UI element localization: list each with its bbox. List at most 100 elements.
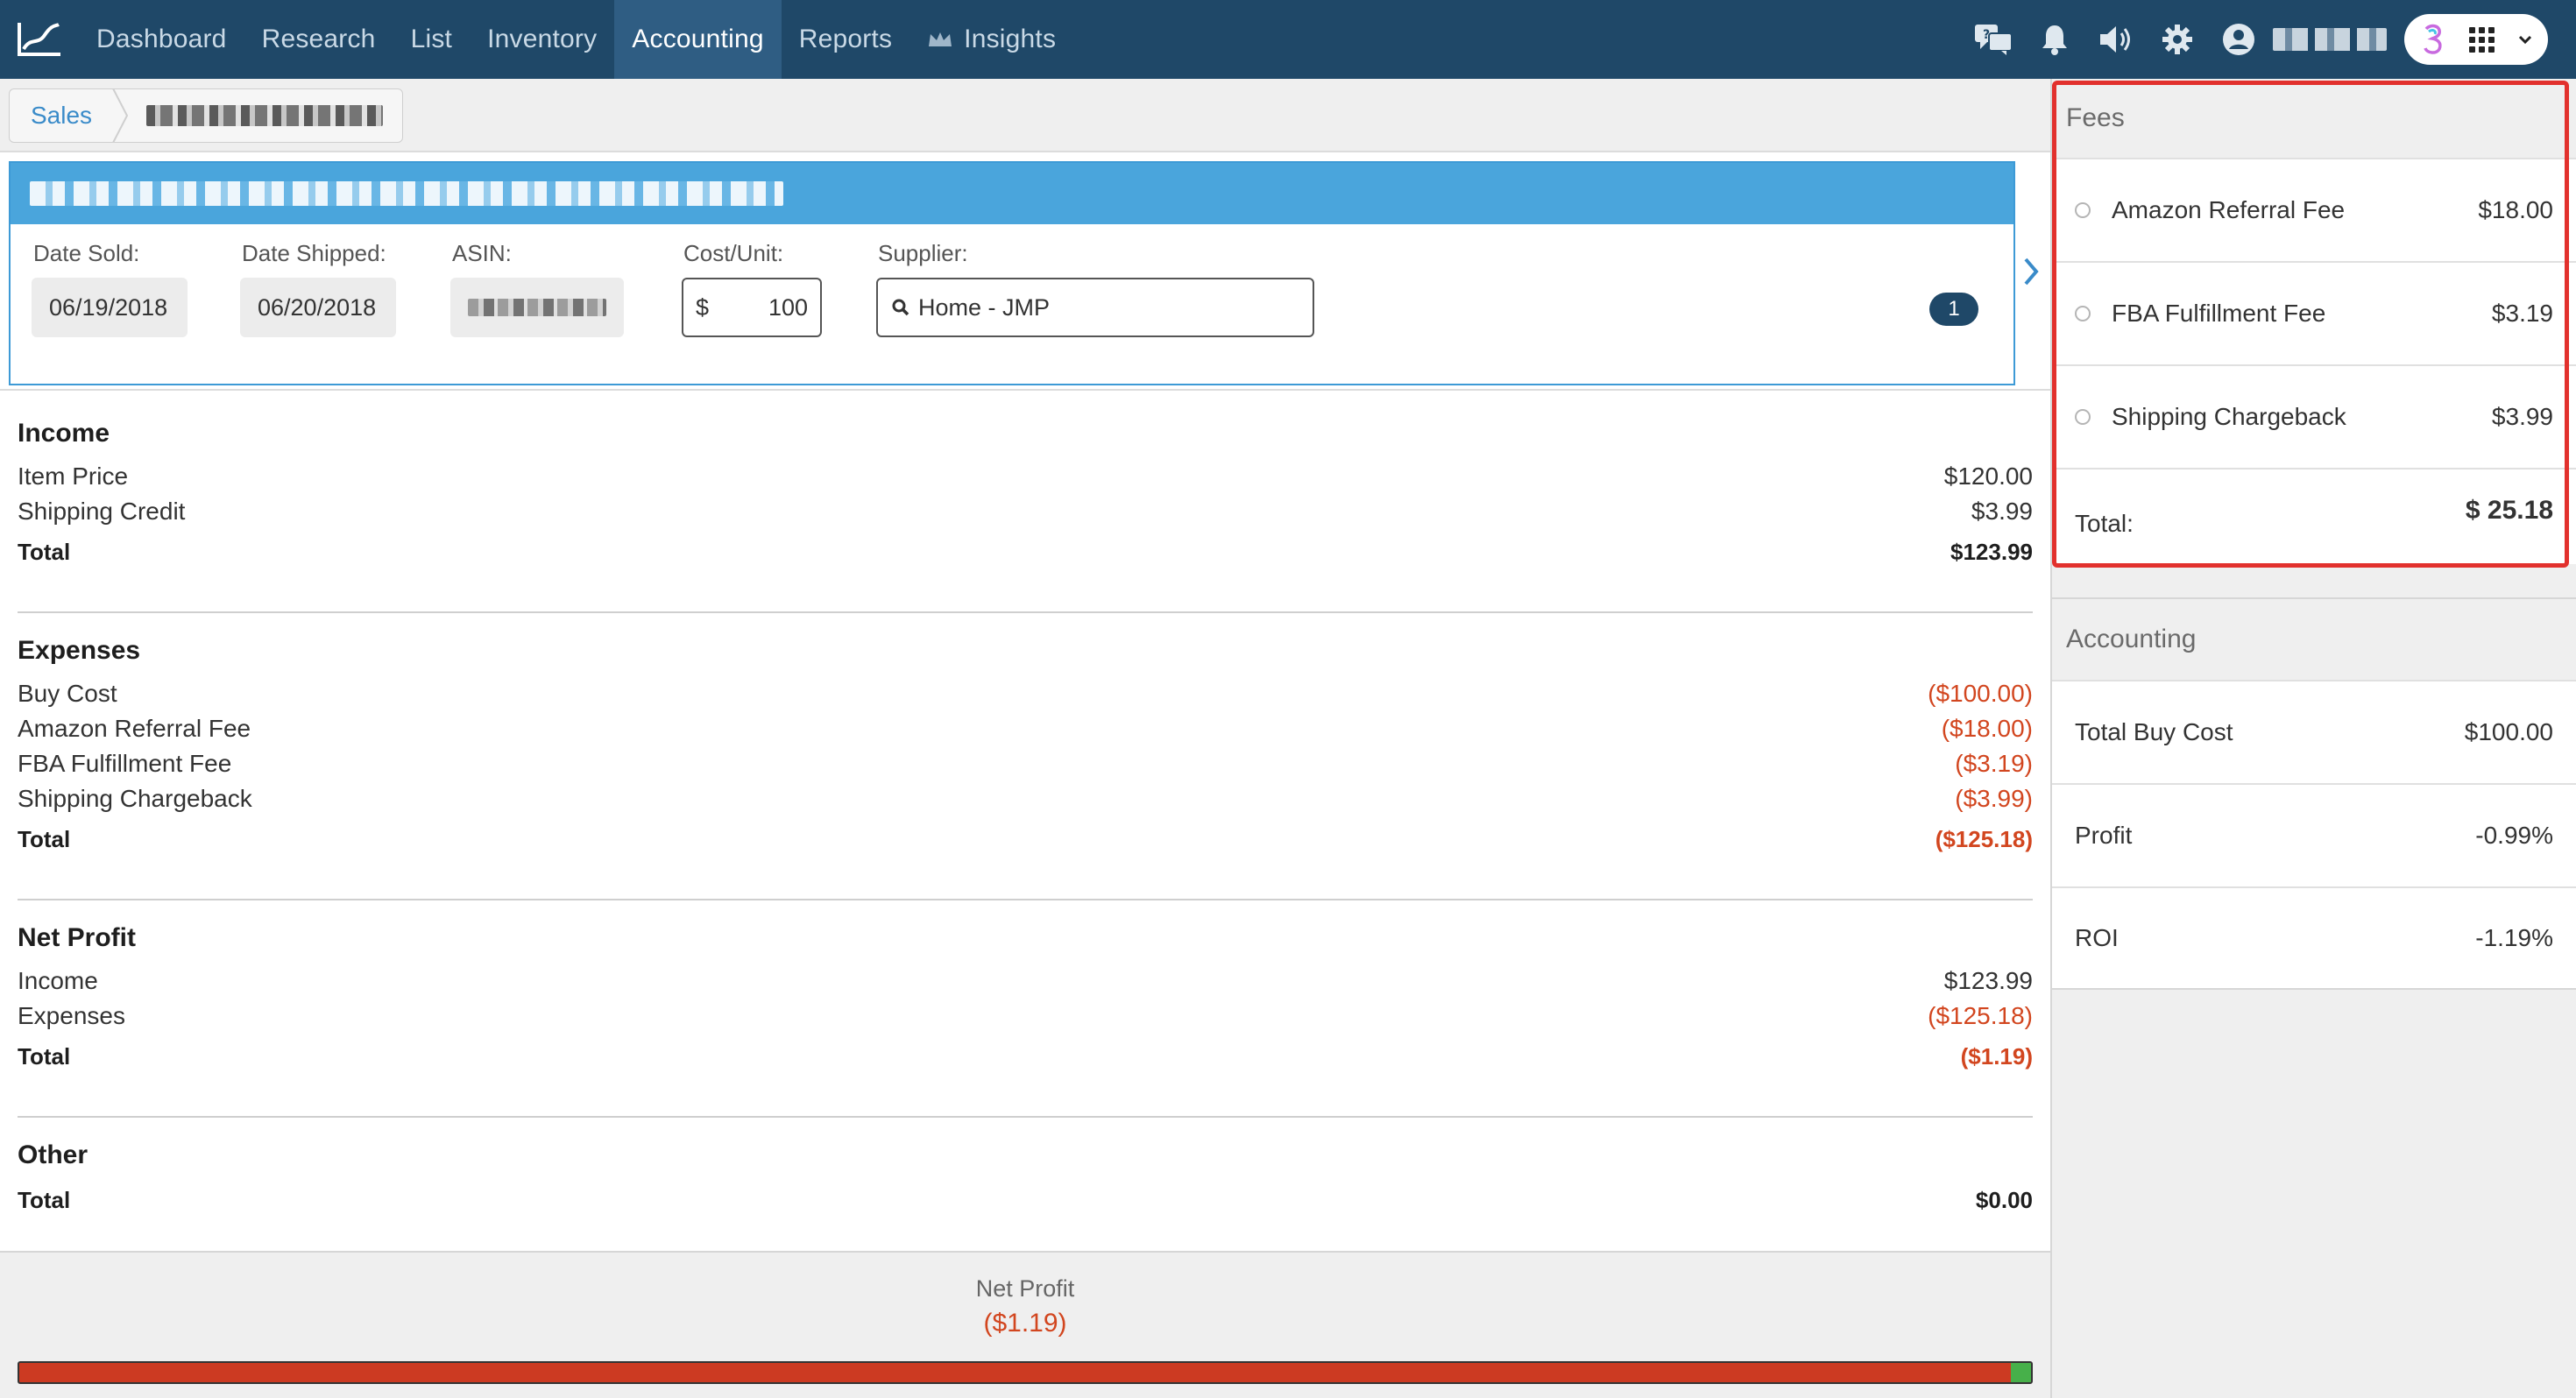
divider: [18, 899, 2033, 900]
expense-row: Amazon Referral Fee ($18.00): [18, 711, 2033, 746]
divider: [0, 389, 2050, 391]
user-circle-icon[interactable]: [2208, 0, 2269, 79]
profit-bar-fill: [2011, 1363, 2031, 1382]
fee-row-label: FBA Fulfillment Fee: [2112, 300, 2326, 327]
nav-list[interactable]: List: [393, 0, 471, 79]
other-total-label: Total: [18, 1187, 71, 1213]
expenses-total-row: Total ($125.18): [18, 822, 2033, 857]
right-panel: Fees Amazon Referral Fee $18.00 FBA Fulf…: [2050, 79, 2576, 1398]
app-grid-icon: [2468, 26, 2495, 53]
accounting-row-label: Profit: [2075, 822, 2133, 849]
nav-research[interactable]: Research: [244, 0, 393, 79]
supplier-field: Supplier: Home - JMP: [876, 240, 1314, 337]
cost-currency: $: [696, 293, 710, 321]
breadcrumb-sales[interactable]: Sales: [10, 88, 129, 143]
breadcrumb-bar: Sales: [0, 79, 2050, 152]
nav-inventory[interactable]: Inventory: [470, 0, 614, 79]
accounting-block: Accounting Total Buy Cost $100.00 Profit…: [2052, 597, 2576, 990]
fee-row-value: $3.19: [2491, 300, 2553, 327]
expense-row-value: ($3.99): [1955, 785, 2033, 812]
income-heading: Income: [18, 419, 110, 448]
cost-unit-field: Cost/Unit: $ 100: [682, 240, 822, 337]
net-profit-row-label: Income: [18, 967, 98, 994]
income-total-row: Total $123.99: [18, 534, 2033, 569]
supplier-input[interactable]: Home - JMP: [876, 278, 1314, 337]
income-row-value: $3.99: [1971, 498, 2033, 525]
item-title-bar: [11, 163, 2013, 224]
net-profit-heading: Net Profit: [18, 923, 136, 952]
accounting-row-label: ROI: [2075, 924, 2119, 951]
accounting-row: ROI -1.19%: [2052, 886, 2576, 990]
supplier-value: Home - JMP: [918, 293, 1051, 321]
net-profit-summary-value: ($1.19): [983, 1309, 1067, 1338]
fees-total-value: $ 25.18: [2465, 496, 2553, 525]
income-row-label: Shipping Credit: [18, 498, 186, 525]
net-profit-summary: Net Profit ($1.19): [0, 1251, 2050, 1398]
income-row: Shipping Credit $3.99: [18, 494, 2033, 529]
nav-accounting[interactable]: Accounting: [614, 0, 782, 79]
chat-help-icon[interactable]: ?: [1963, 0, 2024, 79]
cost-unit-label: Cost/Unit:: [683, 240, 784, 266]
expense-row-value: ($18.00): [1941, 715, 2033, 742]
expense-row-label: FBA Fulfillment Fee: [18, 750, 232, 777]
accounting-row: Profit -0.99%: [2052, 783, 2576, 886]
breadcrumb-separator-icon: [112, 88, 129, 143]
sale-item-card: Date Sold: 06/19/2018 Date Shipped: 06/2…: [9, 161, 2015, 385]
fee-row-label-wrap: Shipping Chargeback: [2075, 403, 2346, 431]
income-total-value: $123.99: [1950, 539, 2033, 565]
cost-unit-input[interactable]: $ 100: [682, 278, 822, 337]
breadcrumb-item-redacted[interactable]: [146, 105, 384, 126]
accounting-row-value: $100.00: [2464, 718, 2553, 745]
asin-label: ASIN:: [452, 240, 512, 266]
breadcrumb-sales-label: Sales: [31, 102, 93, 129]
divider: [18, 611, 2033, 613]
fee-row-label-wrap: FBA Fulfillment Fee: [2075, 300, 2325, 328]
gear-icon[interactable]: [2147, 0, 2208, 79]
accounting-row: Total Buy Cost $100.00: [2052, 680, 2576, 783]
nav-dashboard[interactable]: Dashboard: [79, 0, 244, 79]
chart-logo-icon[interactable]: [0, 0, 79, 79]
item-count-badge: 1: [1929, 293, 1978, 326]
app-switcher[interactable]: [2404, 14, 2548, 65]
expense-row-value: ($3.19): [1955, 750, 2033, 777]
other-heading: Other: [18, 1140, 88, 1169]
breadcrumb: Sales: [9, 88, 404, 143]
crown-icon: [927, 31, 953, 48]
radio-dot-icon[interactable]: [2075, 409, 2091, 425]
other-total-value: $0.00: [1975, 1187, 2033, 1213]
net-profit-row: Expenses ($125.18): [18, 999, 2033, 1034]
date-shipped-label: Date Shipped:: [242, 240, 386, 266]
radio-dot-icon[interactable]: [2075, 202, 2091, 218]
bell-icon[interactable]: [2024, 0, 2085, 79]
radio-dot-icon[interactable]: [2075, 306, 2091, 321]
user-name-redacted[interactable]: [2273, 28, 2387, 51]
net-profit-total-label: Total: [18, 1043, 71, 1070]
fee-row-label-wrap: Amazon Referral Fee: [2075, 196, 2345, 224]
item-fields: Date Sold: 06/19/2018 Date Shipped: 06/2…: [11, 224, 2013, 385]
date-sold-value: 06/19/2018: [32, 278, 188, 337]
asin-value[interactable]: [450, 278, 624, 337]
expense-row: Shipping Chargeback ($3.99): [18, 781, 2033, 816]
expense-row-label: Buy Cost: [18, 680, 117, 707]
chevron-right-icon[interactable]: [2020, 254, 2042, 289]
nav-insights[interactable]: Insights: [909, 0, 1073, 79]
asin-redacted: [468, 299, 606, 316]
fee-row: Amazon Referral Fee $18.00: [2052, 158, 2576, 261]
net-profit-row-label: Expenses: [18, 1002, 125, 1029]
accounting-row-value: -0.99%: [2475, 822, 2553, 849]
other-section: Other Total $0.00: [18, 1140, 2033, 1218]
chevron-down-icon: [2518, 35, 2532, 45]
nav-reports[interactable]: Reports: [782, 0, 909, 79]
nav-insights-label: Insights: [964, 25, 1057, 53]
other-total-row: Total $0.00: [18, 1183, 2033, 1218]
speaker-icon[interactable]: [2085, 0, 2147, 79]
date-shipped-field: Date Shipped: 06/20/2018: [240, 240, 396, 337]
fee-row-label: Shipping Chargeback: [2112, 403, 2346, 430]
expense-row-label: Shipping Chargeback: [18, 785, 252, 812]
accounting-rows: Total Buy Cost $100.00 Profit -0.99% ROI…: [2052, 680, 2576, 990]
accounting-row-label: Total Buy Cost: [2075, 718, 2233, 745]
divider: [18, 1116, 2033, 1118]
item-title-redacted: [30, 181, 783, 206]
fees-total-row: Total: $ 25.18: [2052, 468, 2576, 564]
accounting-row-value: -1.19%: [2475, 924, 2553, 951]
